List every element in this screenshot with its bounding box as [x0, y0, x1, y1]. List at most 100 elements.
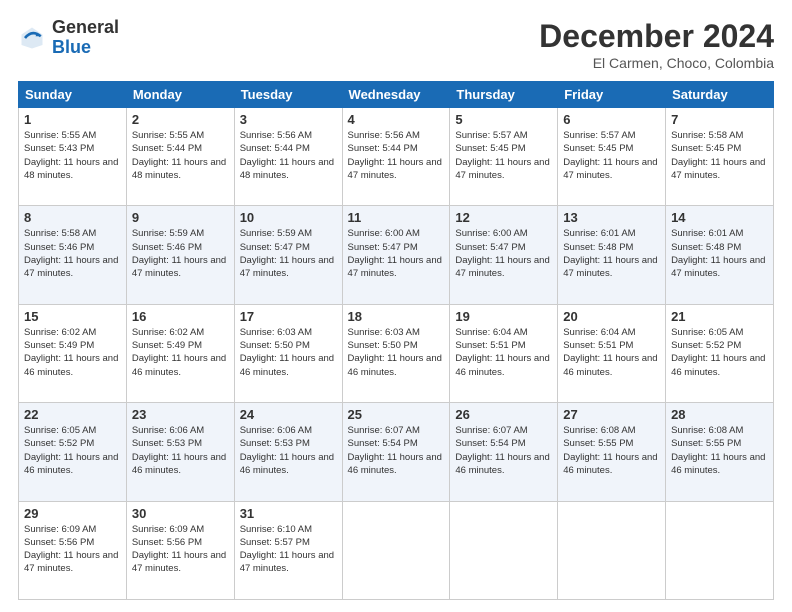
logo-text: General Blue: [52, 18, 119, 58]
title-block: December 2024 El Carmen, Choco, Colombia: [539, 18, 774, 71]
day-cell: 23 Sunrise: 6:06 AM Sunset: 5:53 PM Dayl…: [126, 403, 234, 501]
day-number: 1: [24, 112, 121, 127]
month-title: December 2024: [539, 18, 774, 55]
day-cell: 19 Sunrise: 6:04 AM Sunset: 5:51 PM Dayl…: [450, 304, 558, 402]
day-info: Sunrise: 6:05 AM Sunset: 5:52 PM Dayligh…: [24, 424, 121, 477]
day-info: Sunrise: 5:59 AM Sunset: 5:46 PM Dayligh…: [132, 227, 229, 280]
day-cell: 13 Sunrise: 6:01 AM Sunset: 5:48 PM Dayl…: [558, 206, 666, 304]
day-cell: 22 Sunrise: 6:05 AM Sunset: 5:52 PM Dayl…: [19, 403, 127, 501]
col-monday: Monday: [126, 82, 234, 108]
header-row: Sunday Monday Tuesday Wednesday Thursday…: [19, 82, 774, 108]
day-info: Sunrise: 6:10 AM Sunset: 5:57 PM Dayligh…: [240, 523, 337, 576]
day-info: Sunrise: 6:07 AM Sunset: 5:54 PM Dayligh…: [455, 424, 552, 477]
day-cell: 15 Sunrise: 6:02 AM Sunset: 5:49 PM Dayl…: [19, 304, 127, 402]
day-cell: 10 Sunrise: 5:59 AM Sunset: 5:47 PM Dayl…: [234, 206, 342, 304]
day-number: 22: [24, 407, 121, 422]
day-cell: 9 Sunrise: 5:59 AM Sunset: 5:46 PM Dayli…: [126, 206, 234, 304]
day-number: 4: [348, 112, 445, 127]
day-cell: 16 Sunrise: 6:02 AM Sunset: 5:49 PM Dayl…: [126, 304, 234, 402]
day-info: Sunrise: 6:06 AM Sunset: 5:53 PM Dayligh…: [240, 424, 337, 477]
day-cell: 28 Sunrise: 6:08 AM Sunset: 5:55 PM Dayl…: [666, 403, 774, 501]
day-cell: 12 Sunrise: 6:00 AM Sunset: 5:47 PM Dayl…: [450, 206, 558, 304]
day-info: Sunrise: 6:03 AM Sunset: 5:50 PM Dayligh…: [240, 326, 337, 379]
day-number: 23: [132, 407, 229, 422]
day-info: Sunrise: 6:08 AM Sunset: 5:55 PM Dayligh…: [671, 424, 768, 477]
day-number: 20: [563, 309, 660, 324]
day-cell: [666, 501, 774, 599]
day-info: Sunrise: 6:08 AM Sunset: 5:55 PM Dayligh…: [563, 424, 660, 477]
day-cell: 5 Sunrise: 5:57 AM Sunset: 5:45 PM Dayli…: [450, 108, 558, 206]
day-info: Sunrise: 6:06 AM Sunset: 5:53 PM Dayligh…: [132, 424, 229, 477]
day-cell: 1 Sunrise: 5:55 AM Sunset: 5:43 PM Dayli…: [19, 108, 127, 206]
day-number: 13: [563, 210, 660, 225]
day-info: Sunrise: 6:04 AM Sunset: 5:51 PM Dayligh…: [455, 326, 552, 379]
day-info: Sunrise: 6:03 AM Sunset: 5:50 PM Dayligh…: [348, 326, 445, 379]
day-number: 5: [455, 112, 552, 127]
day-number: 15: [24, 309, 121, 324]
day-info: Sunrise: 5:58 AM Sunset: 5:45 PM Dayligh…: [671, 129, 768, 182]
day-number: 27: [563, 407, 660, 422]
calendar-table: Sunday Monday Tuesday Wednesday Thursday…: [18, 81, 774, 600]
day-number: 14: [671, 210, 768, 225]
day-cell: 7 Sunrise: 5:58 AM Sunset: 5:45 PM Dayli…: [666, 108, 774, 206]
week-row-4: 22 Sunrise: 6:05 AM Sunset: 5:52 PM Dayl…: [19, 403, 774, 501]
header: General Blue December 2024 El Carmen, Ch…: [18, 18, 774, 71]
day-info: Sunrise: 5:57 AM Sunset: 5:45 PM Dayligh…: [563, 129, 660, 182]
week-row-2: 8 Sunrise: 5:58 AM Sunset: 5:46 PM Dayli…: [19, 206, 774, 304]
day-number: 19: [455, 309, 552, 324]
col-tuesday: Tuesday: [234, 82, 342, 108]
day-cell: 18 Sunrise: 6:03 AM Sunset: 5:50 PM Dayl…: [342, 304, 450, 402]
day-cell: 25 Sunrise: 6:07 AM Sunset: 5:54 PM Dayl…: [342, 403, 450, 501]
day-info: Sunrise: 6:04 AM Sunset: 5:51 PM Dayligh…: [563, 326, 660, 379]
col-thursday: Thursday: [450, 82, 558, 108]
day-number: 30: [132, 506, 229, 521]
day-cell: 27 Sunrise: 6:08 AM Sunset: 5:55 PM Dayl…: [558, 403, 666, 501]
day-info: Sunrise: 6:01 AM Sunset: 5:48 PM Dayligh…: [671, 227, 768, 280]
day-info: Sunrise: 6:02 AM Sunset: 5:49 PM Dayligh…: [132, 326, 229, 379]
day-info: Sunrise: 6:07 AM Sunset: 5:54 PM Dayligh…: [348, 424, 445, 477]
day-number: 31: [240, 506, 337, 521]
day-info: Sunrise: 5:58 AM Sunset: 5:46 PM Dayligh…: [24, 227, 121, 280]
day-cell: 29 Sunrise: 6:09 AM Sunset: 5:56 PM Dayl…: [19, 501, 127, 599]
day-cell: 30 Sunrise: 6:09 AM Sunset: 5:56 PM Dayl…: [126, 501, 234, 599]
day-info: Sunrise: 5:56 AM Sunset: 5:44 PM Dayligh…: [240, 129, 337, 182]
day-cell: 8 Sunrise: 5:58 AM Sunset: 5:46 PM Dayli…: [19, 206, 127, 304]
day-number: 16: [132, 309, 229, 324]
day-number: 10: [240, 210, 337, 225]
day-number: 26: [455, 407, 552, 422]
col-friday: Friday: [558, 82, 666, 108]
day-number: 11: [348, 210, 445, 225]
day-number: 25: [348, 407, 445, 422]
day-info: Sunrise: 6:05 AM Sunset: 5:52 PM Dayligh…: [671, 326, 768, 379]
day-cell: 21 Sunrise: 6:05 AM Sunset: 5:52 PM Dayl…: [666, 304, 774, 402]
day-cell: 3 Sunrise: 5:56 AM Sunset: 5:44 PM Dayli…: [234, 108, 342, 206]
day-info: Sunrise: 6:09 AM Sunset: 5:56 PM Dayligh…: [24, 523, 121, 576]
logo-general: General: [52, 17, 119, 37]
day-cell: 14 Sunrise: 6:01 AM Sunset: 5:48 PM Dayl…: [666, 206, 774, 304]
day-info: Sunrise: 6:00 AM Sunset: 5:47 PM Dayligh…: [348, 227, 445, 280]
day-number: 29: [24, 506, 121, 521]
week-row-3: 15 Sunrise: 6:02 AM Sunset: 5:49 PM Dayl…: [19, 304, 774, 402]
day-number: 8: [24, 210, 121, 225]
day-cell: 24 Sunrise: 6:06 AM Sunset: 5:53 PM Dayl…: [234, 403, 342, 501]
day-cell: 6 Sunrise: 5:57 AM Sunset: 5:45 PM Dayli…: [558, 108, 666, 206]
day-number: 3: [240, 112, 337, 127]
day-cell: 26 Sunrise: 6:07 AM Sunset: 5:54 PM Dayl…: [450, 403, 558, 501]
day-cell: 11 Sunrise: 6:00 AM Sunset: 5:47 PM Dayl…: [342, 206, 450, 304]
day-number: 18: [348, 309, 445, 324]
logo-blue: Blue: [52, 37, 91, 57]
day-cell: 20 Sunrise: 6:04 AM Sunset: 5:51 PM Dayl…: [558, 304, 666, 402]
week-row-5: 29 Sunrise: 6:09 AM Sunset: 5:56 PM Dayl…: [19, 501, 774, 599]
day-info: Sunrise: 5:57 AM Sunset: 5:45 PM Dayligh…: [455, 129, 552, 182]
week-row-1: 1 Sunrise: 5:55 AM Sunset: 5:43 PM Dayli…: [19, 108, 774, 206]
col-sunday: Sunday: [19, 82, 127, 108]
day-cell: [342, 501, 450, 599]
day-cell: 4 Sunrise: 5:56 AM Sunset: 5:44 PM Dayli…: [342, 108, 450, 206]
day-number: 9: [132, 210, 229, 225]
day-cell: [558, 501, 666, 599]
col-saturday: Saturday: [666, 82, 774, 108]
day-info: Sunrise: 6:09 AM Sunset: 5:56 PM Dayligh…: [132, 523, 229, 576]
day-number: 2: [132, 112, 229, 127]
day-cell: [450, 501, 558, 599]
day-number: 21: [671, 309, 768, 324]
